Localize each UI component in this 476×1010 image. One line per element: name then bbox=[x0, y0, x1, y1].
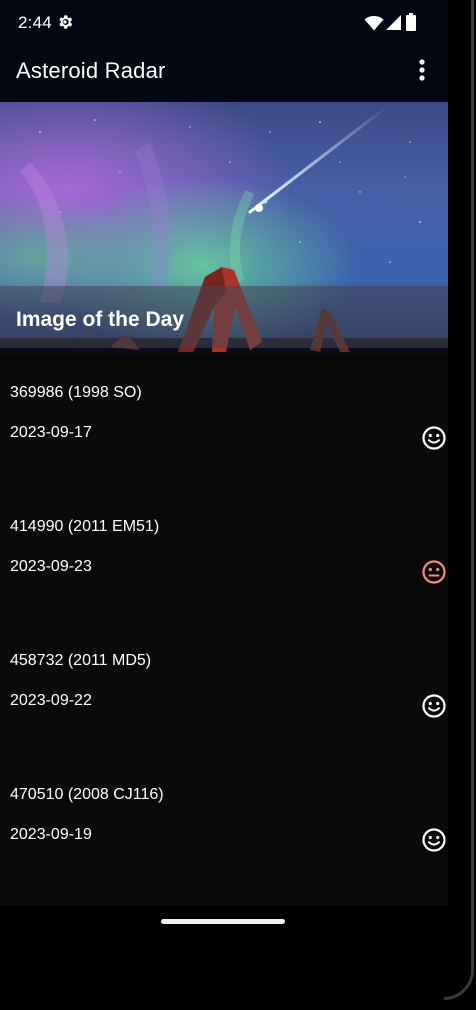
screen: 2:44 Asteroid Radar Image of the Day 369… bbox=[0, 0, 448, 990]
happy-face-icon bbox=[422, 694, 446, 718]
status-bar: 2:44 bbox=[0, 0, 448, 46]
asteroid-name: 369986 (1998 SO) bbox=[10, 384, 142, 401]
navigation-bar bbox=[0, 906, 448, 990]
neutral-face-icon bbox=[422, 560, 446, 584]
device-frame bbox=[444, 0, 474, 1000]
list-item[interactable]: 369986 (1998 SO) 2023-09-17 bbox=[0, 354, 448, 488]
status-time: 2:44 bbox=[18, 13, 52, 32]
gear-icon bbox=[59, 15, 73, 29]
app-title: Asteroid Radar bbox=[16, 58, 166, 83]
asteroid-name: 470510 (2008 CJ116) bbox=[10, 786, 164, 803]
asteroid-date: 2023-09-23 bbox=[10, 558, 92, 575]
image-of-the-day-caption: Image of the Day bbox=[16, 308, 185, 331]
list-item[interactable]: 458732 (2011 MD5) 2023-09-22 bbox=[0, 622, 448, 756]
asteroid-date: 2023-09-19 bbox=[10, 826, 92, 843]
wifi-icon bbox=[364, 16, 384, 31]
signal-icon bbox=[386, 15, 401, 30]
home-gesture-handle[interactable] bbox=[161, 919, 285, 924]
asteroid-date: 2023-09-22 bbox=[10, 692, 92, 709]
app-bar: Asteroid Radar bbox=[0, 46, 448, 102]
asteroid-list: 369986 (1998 SO) 2023-09-17 414990 (2011… bbox=[0, 354, 448, 890]
more-vert-icon[interactable] bbox=[410, 56, 434, 84]
list-item[interactable]: 414990 (2011 EM51) 2023-09-23 bbox=[0, 488, 448, 622]
happy-face-icon bbox=[422, 828, 446, 852]
battery-icon bbox=[406, 13, 416, 31]
list-item[interactable]: 470510 (2008 CJ116) 2023-09-19 bbox=[0, 756, 448, 890]
image-of-the-day[interactable]: Image of the Day bbox=[0, 102, 448, 354]
asteroid-date: 2023-09-17 bbox=[10, 424, 92, 441]
happy-face-icon bbox=[422, 426, 446, 450]
asteroid-name: 414990 (2011 EM51) bbox=[10, 518, 160, 535]
device: 2:44 Asteroid Radar Image of the Day 369… bbox=[0, 0, 476, 1010]
asteroid-name: 458732 (2011 MD5) bbox=[10, 652, 152, 669]
